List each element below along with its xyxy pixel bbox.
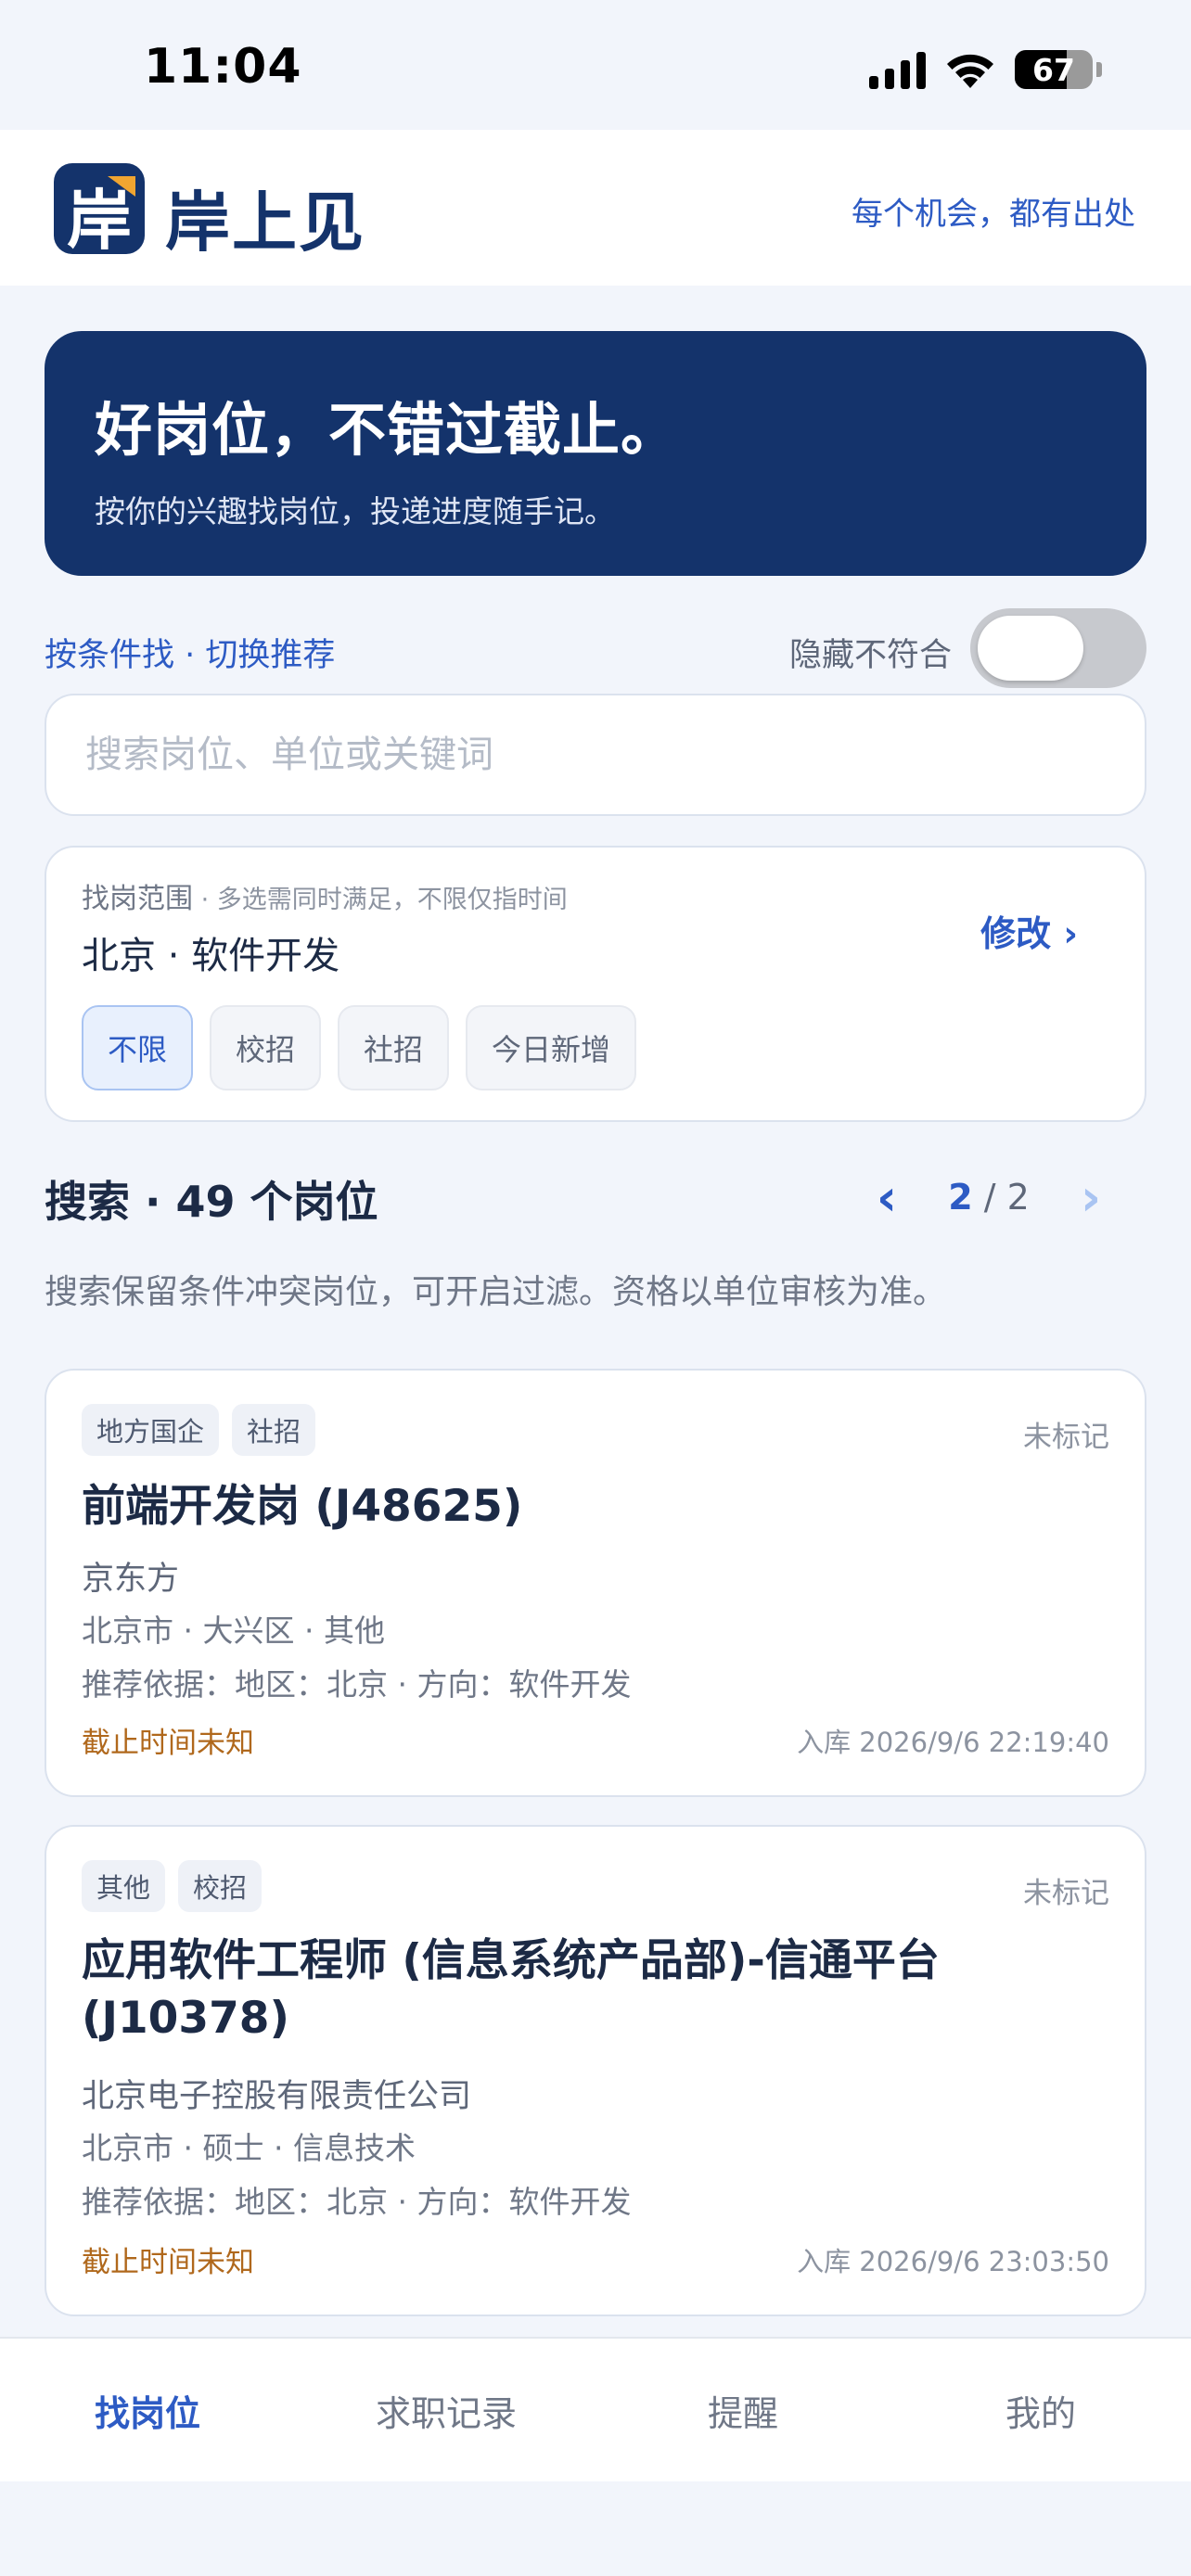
job-tags: 地方国企 社招 — [82, 1404, 316, 1456]
status-icons: 67 — [869, 46, 1102, 93]
tab-find-jobs[interactable]: 找岗位 — [95, 2385, 200, 2436]
battery-tip — [1096, 62, 1102, 77]
job-tags: 其他 校招 — [82, 1860, 263, 1912]
page-indicator: 2 / 2 — [915, 1177, 1063, 1218]
job-location: 北京市 · 硕士 · 信息技术 — [82, 2130, 416, 2166]
scope-card: 找岗范围 · 多选需同时满足，不限仅指时间 北京 · 软件开发 修改 › 不限 … — [45, 846, 1146, 1122]
job-tag: 其他 — [82, 1860, 166, 1912]
total-pages: 2 — [1006, 1177, 1030, 1218]
wifi-icon — [947, 54, 993, 88]
scope-hint: · 多选需同时满足，不限仅指时间 — [193, 886, 568, 914]
job-title: 应用软件工程师 (信息系统产品部)-信通平台 (J10378) — [82, 1935, 940, 2044]
job-company: 北京电子控股有限责任公司 — [82, 2078, 472, 2115]
chip-social[interactable]: 社招 — [338, 1005, 450, 1090]
tab-profile[interactable]: 我的 — [1005, 2385, 1076, 2436]
scope-chips: 不限 校招 社招 今日新增 — [82, 1005, 637, 1090]
chip-today-new[interactable]: 今日新增 — [466, 1005, 637, 1090]
app-slogan: 每个机会，都有出处 — [852, 196, 1135, 233]
job-reason: 推荐依据：地区：北京 · 方向：软件开发 — [82, 2184, 632, 2220]
status-time: 11:04 — [144, 39, 302, 95]
page-separator: / — [972, 1177, 1007, 1218]
status-bar: 11:04 67 — [0, 0, 1191, 130]
scope-value: 北京 · 软件开发 — [82, 935, 340, 977]
hero-subtitle: 按你的兴趣找岗位，投递进度随手记。 — [95, 493, 615, 529]
filter-row: 按条件找 · 切换推荐 隐藏不符合 — [45, 608, 1146, 688]
scope-edit-button[interactable]: 修改 › — [980, 905, 1078, 956]
battery-percent: 67 — [1032, 51, 1075, 88]
job-deadline: 截止时间未知 — [82, 1727, 254, 1760]
job-added-time: 入库 2026/9/6 23:03:50 — [797, 2246, 1109, 2277]
app-header: 岸 岸上见 每个机会，都有出处 — [0, 130, 1191, 286]
current-page: 2 — [948, 1177, 973, 1218]
app-logo[interactable]: 岸 — [54, 163, 145, 254]
home-indicator-area — [0, 2481, 1191, 2576]
hide-unmatched-label: 隐藏不符合 — [788, 637, 952, 674]
scope-header: 找岗范围 · 多选需同时满足，不限仅指时间 — [82, 875, 568, 916]
tab-reminders[interactable]: 提醒 — [708, 2385, 778, 2436]
job-card[interactable]: 地方国企 社招 未标记 前端开发岗 (J48625) 京东方 北京市 · 大兴区… — [45, 1369, 1146, 1797]
results-note: 搜索保留条件冲突岗位，可开启过滤。资格以单位审核为准。 — [45, 1273, 947, 1311]
job-added-time: 入库 2026/9/6 22:19:40 — [797, 1727, 1109, 1758]
job-mark-status[interactable]: 未标记 — [1023, 1869, 1109, 1911]
job-tag: 社招 — [232, 1404, 316, 1456]
pagination: ‹ 2 / 2 › — [859, 1165, 1119, 1230]
job-deadline: 截止时间未知 — [82, 2246, 254, 2279]
job-mark-status[interactable]: 未标记 — [1023, 1413, 1109, 1455]
prev-page-icon[interactable]: ‹ — [859, 1168, 915, 1227]
next-page-icon[interactable]: › — [1063, 1168, 1119, 1227]
tab-job-records[interactable]: 求职记录 — [376, 2385, 517, 2436]
battery-icon: 67 — [1015, 50, 1093, 89]
logo-accent — [108, 176, 135, 197]
hero-banner: 好岗位，不错过截止。 按你的兴趣找岗位，投递进度随手记。 — [45, 331, 1146, 576]
bottom-tab-bar: 找岗位 求职记录 提醒 我的 — [0, 2337, 1191, 2481]
hero-title: 好岗位，不错过截止。 — [95, 396, 680, 464]
job-location: 北京市 · 大兴区 · 其他 — [82, 1613, 385, 1649]
filter-mode-links[interactable]: 按条件找 · 切换推荐 — [45, 629, 335, 676]
job-title: 前端开发岗 (J48625) — [82, 1481, 523, 1532]
job-tag: 校招 — [178, 1860, 263, 1912]
results-header: 搜索 · 49 个岗位 ‹ 2 / 2 › — [45, 1165, 1146, 1230]
job-reason: 推荐依据：地区：北京 · 方向：软件开发 — [82, 1666, 632, 1702]
search-box — [45, 694, 1146, 816]
results-title: 搜索 · 49 个岗位 — [45, 1177, 378, 1227]
chip-campus[interactable]: 校招 — [210, 1005, 322, 1090]
hide-unmatched-toggle[interactable] — [970, 608, 1146, 688]
signal-icon — [869, 50, 926, 89]
search-input[interactable] — [85, 733, 1087, 776]
job-tag: 地方国企 — [82, 1404, 220, 1456]
job-company: 京东方 — [82, 1561, 180, 1598]
app-name: 岸上见 — [165, 185, 365, 261]
toggle-knob — [978, 616, 1083, 681]
scope-label: 找岗范围 — [82, 883, 193, 915]
chip-unlimited[interactable]: 不限 — [82, 1005, 194, 1090]
job-card[interactable]: 其他 校招 未标记 应用软件工程师 (信息系统产品部)-信通平台 (J10378… — [45, 1825, 1146, 2316]
